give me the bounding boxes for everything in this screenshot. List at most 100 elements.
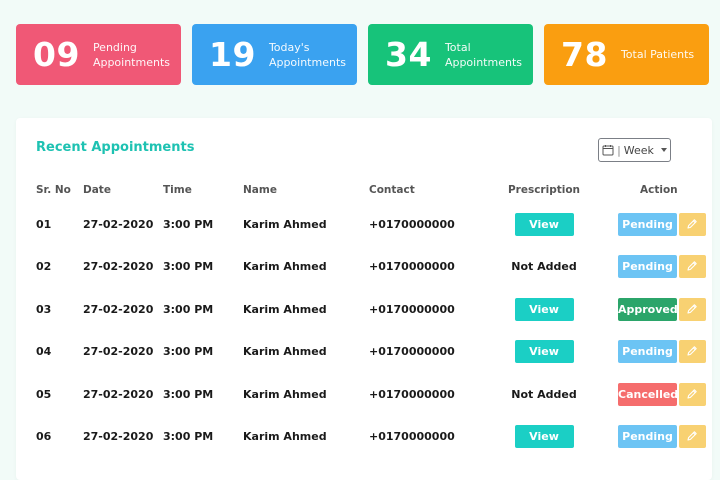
table-row: 03 27-02-2020 3:00 PM Karim Ahmed +017000000…: [16, 288, 712, 331]
table-row: 04 27-02-2020 3:00 PM Karim Ahmed +017000000…: [16, 331, 712, 374]
table-row: 02 27-02-2020 3:00 PM Karim Ahmed +017000000…: [16, 246, 712, 289]
cell-sr-no: 05: [36, 387, 52, 401]
cell-time: 3:00 PM: [163, 430, 214, 444]
cell-contact: +0170000000: [369, 260, 455, 274]
header-action: Action: [604, 176, 712, 203]
stats-row: 09 Pending Appointments 19 Today's Appoi…: [16, 24, 709, 85]
stat-number: 19: [209, 35, 256, 74]
action-group: Approved: [604, 297, 712, 321]
pencil-icon: [687, 219, 697, 229]
cell-date: 27-02-2020: [83, 260, 154, 274]
cell-prescription: View: [484, 331, 604, 374]
stat-label: Today's Appointments: [268, 40, 346, 69]
caret-down-icon: [660, 148, 667, 152]
cell-time: 3:00 PM: [163, 260, 214, 274]
cell-action: Approved: [604, 288, 712, 331]
view-prescription-button[interactable]: View: [514, 340, 574, 364]
edit-button[interactable]: [679, 425, 706, 449]
cell-action: Pending: [604, 331, 712, 374]
header-name: Name: [243, 183, 277, 196]
stat-label: Total Appointments: [444, 40, 522, 69]
stat-number: 09: [33, 35, 80, 74]
cell-name: Karim Ahmed: [243, 260, 327, 274]
cell-name: Karim Ahmed: [243, 387, 327, 401]
action-group: Pending: [604, 340, 712, 364]
header-contact: Contact: [369, 183, 415, 196]
separator: |: [617, 143, 621, 157]
edit-button[interactable]: [679, 382, 706, 406]
header-sr-no: Sr. No: [36, 183, 71, 196]
edit-button[interactable]: [679, 255, 706, 279]
appointments-table: Sr. No Date Time Name Contact Prescripti…: [16, 176, 712, 458]
stat-card-total-patients[interactable]: 78 Total Patients: [544, 24, 709, 85]
view-prescription-button[interactable]: View: [514, 212, 574, 236]
cell-date: 27-02-2020: [83, 217, 154, 231]
cell-sr-no: 04: [36, 345, 52, 359]
cell-action: Pending: [604, 203, 712, 246]
cell-date: 27-02-2020: [83, 430, 154, 444]
cell-sr-no: 01: [36, 217, 52, 231]
cell-time: 3:00 PM: [163, 302, 214, 316]
status-badge[interactable]: Pending: [618, 212, 677, 236]
header-date: Date: [83, 183, 111, 196]
status-badge[interactable]: Pending: [618, 340, 677, 364]
cell-date: 27-02-2020: [83, 345, 154, 359]
header-prescription: Prescription: [507, 183, 581, 196]
pencil-icon: [687, 431, 697, 441]
cell-time: 3:00 PM: [163, 345, 214, 359]
cell-action: Cancelled: [604, 373, 712, 416]
cell-date: 27-02-2020: [83, 387, 154, 401]
action-group: Pending: [604, 212, 712, 236]
stat-card-today[interactable]: 19 Today's Appointments: [192, 24, 357, 85]
cell-action: Pending: [604, 416, 712, 459]
cell-action: Pending: [604, 246, 712, 289]
cell-name: Karim Ahmed: [243, 302, 327, 316]
status-badge[interactable]: Pending: [618, 425, 677, 449]
view-prescription-button[interactable]: View: [514, 297, 574, 321]
edit-button[interactable]: [679, 340, 706, 364]
cell-prescription: Not Added: [484, 246, 604, 289]
header-time: Time: [163, 183, 192, 196]
cell-prescription: View: [484, 416, 604, 459]
cell-date: 27-02-2020: [83, 302, 154, 316]
recent-appointments-card: Recent Appointments | Week Sr. No Date T…: [16, 118, 712, 480]
pencil-icon: [687, 304, 697, 314]
header-action-label: Action: [640, 183, 678, 196]
edit-button[interactable]: [679, 212, 706, 236]
prescription-status-text: Not Added: [511, 387, 577, 401]
action-group: Pending: [604, 255, 712, 279]
edit-button[interactable]: [679, 297, 706, 321]
cell-contact: +0170000000: [369, 430, 455, 444]
stat-card-pending[interactable]: 09 Pending Appointments: [16, 24, 181, 85]
stat-label: Pending Appointments: [92, 40, 170, 69]
cell-prescription: View: [484, 203, 604, 246]
status-badge[interactable]: Pending: [618, 255, 677, 279]
cell-contact: +0170000000: [369, 302, 455, 316]
cell-time: 3:00 PM: [163, 217, 214, 231]
card-title: Recent Appointments: [36, 140, 195, 155]
stat-card-total-appointments[interactable]: 34 Total Appointments: [368, 24, 533, 85]
table-header-row: Sr. No Date Time Name Contact Prescripti…: [16, 176, 712, 203]
week-filter-dropdown[interactable]: | Week: [598, 138, 671, 162]
stat-number: 78: [561, 35, 608, 74]
status-badge[interactable]: Cancelled: [618, 382, 678, 406]
calendar-icon: [602, 144, 614, 156]
stat-number: 34: [385, 35, 432, 74]
stat-label: Total Patients: [620, 48, 695, 61]
cell-sr-no: 02: [36, 260, 52, 274]
table-row: 01 27-02-2020 3:00 PM Karim Ahmed +017000000…: [16, 203, 712, 246]
cell-name: Karim Ahmed: [243, 217, 327, 231]
cell-time: 3:00 PM: [163, 387, 214, 401]
pencil-icon: [687, 389, 697, 399]
prescription-status-text: Not Added: [511, 260, 577, 274]
table-row: 05 27-02-2020 3:00 PM Karim Ahmed +017000000…: [16, 373, 712, 416]
cell-prescription: View: [484, 288, 604, 331]
view-prescription-button[interactable]: View: [514, 425, 574, 449]
action-group: Pending: [604, 425, 712, 449]
cell-name: Karim Ahmed: [243, 430, 327, 444]
pencil-icon: [687, 346, 697, 356]
table-body: 01 27-02-2020 3:00 PM Karim Ahmed +017000000…: [16, 203, 712, 458]
cell-sr-no: 06: [36, 430, 52, 444]
cell-sr-no: 03: [36, 302, 52, 316]
status-badge[interactable]: Approved: [618, 297, 678, 321]
